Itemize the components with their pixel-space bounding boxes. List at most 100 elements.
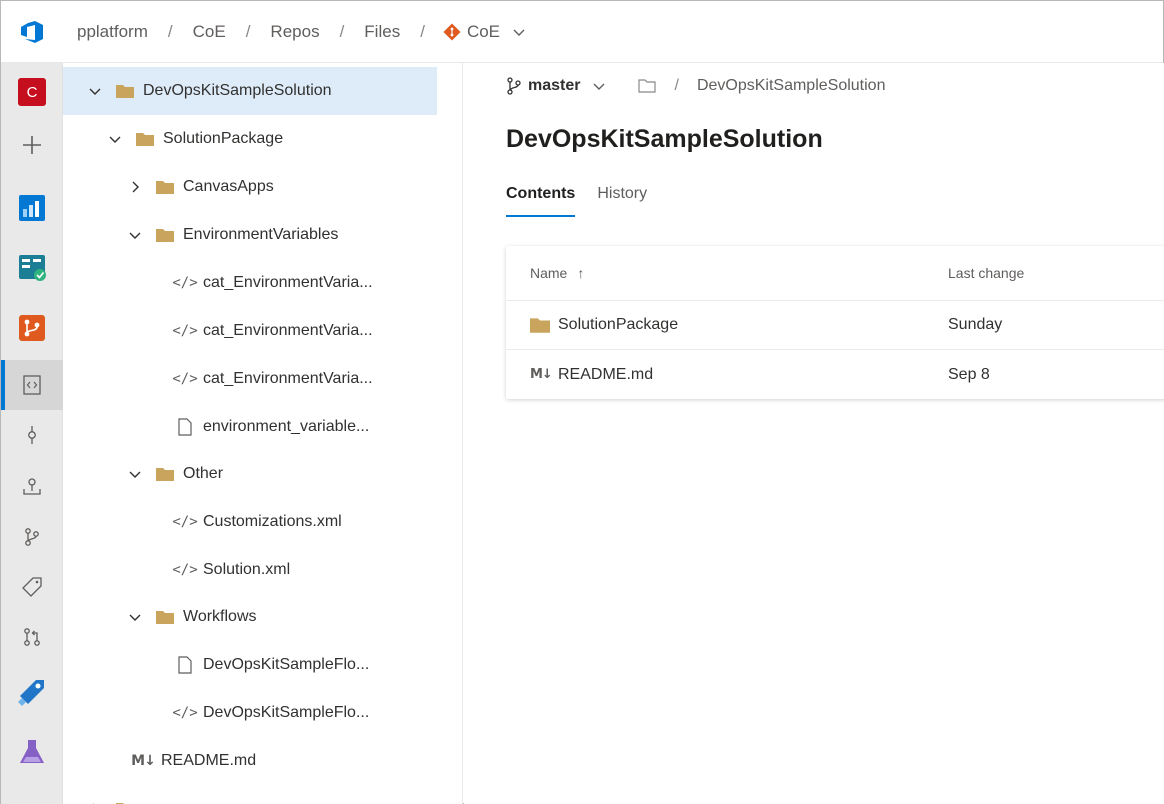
- column-header-label: Name: [530, 265, 568, 281]
- top-bar: pplatform / CoE / Repos / Files / CoE: [1, 1, 1163, 63]
- tree-item-file[interactable]: DevOpsKitSampleFlo...: [63, 641, 437, 689]
- rail-item-repos[interactable]: [1, 303, 63, 353]
- main-content: master / DevOpsKitSampleSolution DevOpsK…: [464, 63, 1164, 804]
- rail-item-branches[interactable]: [1, 512, 63, 562]
- code-file-icon: </>: [172, 562, 198, 578]
- branch-icon: [25, 528, 39, 546]
- rail-item-overview[interactable]: [1, 183, 63, 233]
- chevron-down-icon: [513, 29, 525, 36]
- code-file-icon: </>: [172, 514, 198, 530]
- file-name-link[interactable]: SolutionPackage: [558, 316, 678, 334]
- breadcrumb-project[interactable]: CoE: [191, 22, 228, 42]
- chevron-down-icon[interactable]: [127, 466, 143, 482]
- chevron-right-icon[interactable]: [127, 179, 143, 195]
- rail-item-commits[interactable]: [1, 410, 63, 460]
- branch-name: master: [528, 77, 581, 94]
- column-header-name[interactable]: Name ↑: [506, 265, 948, 281]
- tree-item-workflows[interactable]: Workflows: [63, 593, 437, 641]
- repo-name: CoE: [466, 21, 501, 41]
- tree-item-file[interactable]: </> cat_EnvironmentVaria...: [63, 355, 437, 403]
- rail-item-tags[interactable]: [1, 562, 63, 612]
- chevron-down-icon: [593, 83, 605, 90]
- folder-icon: [155, 465, 175, 483]
- breadcrumb-files[interactable]: Files: [362, 22, 402, 42]
- tree-item-label: cat_EnvironmentVaria...: [203, 274, 373, 291]
- tree-item-label: cat_EnvironmentVaria...: [203, 322, 373, 339]
- files-table: Name ↑ Last change SolutionPackage Sunda…: [506, 246, 1164, 399]
- tree-item-devopskitsamplesolution[interactable]: DevOpsKitSampleSolution: [63, 67, 437, 115]
- rail-item-files[interactable]: [1, 360, 63, 410]
- code-file-icon: </>: [172, 371, 198, 387]
- rail-item-pushes[interactable]: [1, 461, 63, 511]
- tree-item-label: Other: [183, 465, 224, 482]
- navigation-rail: C: [1, 63, 63, 804]
- breadcrumb-separator: /: [167, 21, 173, 41]
- rail-item-pull-requests[interactable]: [1, 612, 63, 662]
- pipelines-icon: [18, 680, 44, 706]
- branch-selector[interactable]: master: [506, 77, 606, 95]
- tree-item-readme[interactable]: M↓ README.md: [63, 737, 437, 785]
- tree-item-file[interactable]: </> DevOpsKitSampleFlo...: [63, 689, 437, 737]
- table-cell-last-change: Sunday: [948, 316, 1003, 333]
- tree-item-file[interactable]: environment_variable...: [63, 403, 437, 451]
- breadcrumb-repos[interactable]: Repos: [268, 22, 321, 42]
- code-file-icon: </>: [172, 275, 198, 291]
- folder-outline-icon: [638, 79, 657, 93]
- table-cell-name: SolutionPackage: [506, 316, 948, 334]
- add-button[interactable]: [1, 120, 63, 170]
- breadcrumb-separator: /: [245, 21, 251, 41]
- breadcrumb-org[interactable]: pplatform: [75, 22, 150, 42]
- tree-item-label: Solution.xml: [203, 561, 291, 578]
- git-repo-icon: [443, 23, 461, 40]
- table-row[interactable]: SolutionPackage Sunday: [506, 301, 1164, 350]
- tree-item-file[interactable]: </> Customizations.xml: [63, 498, 437, 546]
- tree-item-other[interactable]: Other: [63, 450, 437, 498]
- tab-contents[interactable]: Contents: [506, 185, 576, 217]
- rail-item-boards[interactable]: [1, 243, 63, 293]
- project-avatar[interactable]: C: [1, 67, 63, 117]
- rail-item-pipelines[interactable]: [1, 667, 63, 717]
- tree-item-file[interactable]: </> cat_EnvironmentVaria...: [63, 307, 437, 355]
- path-root[interactable]: [638, 79, 657, 93]
- repo-selector[interactable]: CoE: [443, 22, 526, 42]
- markdown-icon: M↓: [131, 753, 156, 769]
- path-segment[interactable]: DevOpsKitSampleSolution: [697, 77, 886, 95]
- path-separator: /: [674, 77, 679, 94]
- file-tree: DevOpsKitSampleSolution SolutionPackage …: [63, 63, 463, 804]
- column-header-last-change[interactable]: Last change: [948, 265, 1148, 281]
- breadcrumb-separator: /: [339, 21, 345, 41]
- rail-item-artifacts[interactable]: [1, 783, 63, 804]
- tab-history[interactable]: History: [597, 185, 647, 217]
- chevron-down-icon[interactable]: [127, 227, 143, 243]
- tree-item-file[interactable]: </> cat_EnvironmentVaria...: [63, 259, 437, 307]
- chevron-down-icon[interactable]: [127, 609, 143, 625]
- file-name-link[interactable]: README.md: [558, 366, 653, 384]
- tree-item-environmentvariables[interactable]: EnvironmentVariables: [63, 211, 437, 259]
- commit-icon: [28, 426, 36, 444]
- tree-item-canvasapps[interactable]: CanvasApps: [63, 163, 437, 211]
- tree-item-label: EnvironmentVariables: [183, 226, 339, 243]
- chevron-down-icon[interactable]: [87, 83, 103, 99]
- azure-devops-logo[interactable]: [1, 1, 63, 63]
- azure-devops-icon: [21, 20, 43, 43]
- breadcrumb: pplatform / CoE / Repos / Files / CoE: [75, 22, 526, 42]
- rail-item-test-plans[interactable]: [1, 727, 63, 777]
- push-icon: [23, 478, 41, 495]
- markdown-icon: M↓: [530, 367, 553, 382]
- breadcrumb-separator: /: [420, 21, 425, 41]
- tree-item-label: DevOpsKitSampleSolution: [143, 82, 332, 99]
- tree-item-file[interactable]: </> Solution.xml: [63, 546, 437, 594]
- branch-path-bar: master / DevOpsKitSampleSolution: [506, 77, 885, 95]
- content-tabs: Contents History: [506, 185, 647, 217]
- table-row[interactable]: M↓ README.md Sep 8: [506, 350, 1164, 399]
- folder-icon: [135, 130, 155, 148]
- tree-item-partial[interactable]: [63, 785, 437, 804]
- tree-item-label: DevOpsKitSampleFlo...: [203, 704, 370, 721]
- tree-item-solutionpackage[interactable]: SolutionPackage: [63, 115, 437, 163]
- chevron-down-icon[interactable]: [107, 131, 123, 147]
- tree-item-label: README.md: [161, 752, 257, 769]
- folder-icon: [155, 178, 175, 196]
- tree-item-label: SolutionPackage: [163, 130, 284, 147]
- branch-icon: [507, 77, 521, 95]
- folder-icon: [115, 82, 135, 100]
